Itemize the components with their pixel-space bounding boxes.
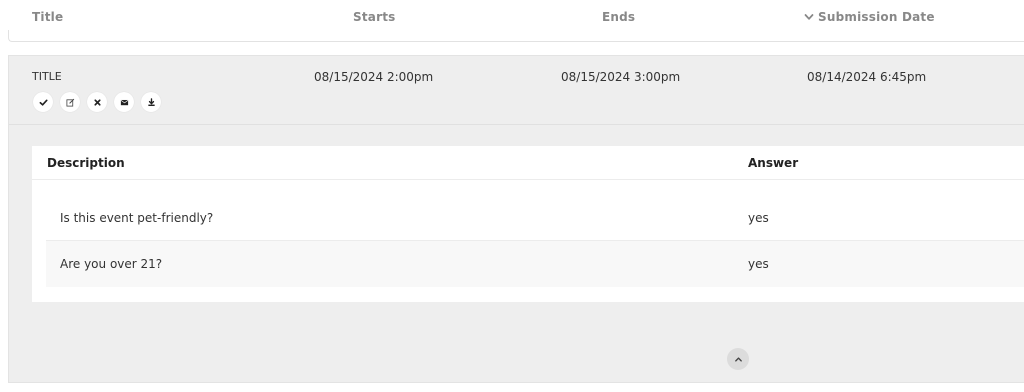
table-row[interactable]: TITLE 08/15/2024 2:00pm 08/15/2024 3:00p… (9, 56, 1024, 124)
answer-text: yes (748, 257, 769, 271)
download-button[interactable] (141, 92, 161, 112)
reject-button[interactable] (87, 92, 107, 112)
row-submission-date: 08/14/2024 6:45pm (807, 70, 927, 84)
envelope-icon (120, 99, 128, 105)
question-text: Are you over 21? (60, 257, 163, 271)
submission-date-label: Submission Date (818, 10, 935, 24)
close-icon (93, 98, 101, 106)
edit-button[interactable] (60, 92, 80, 112)
expanded-row-panel: TITLE 08/15/2024 2:00pm 08/15/2024 3:00p… (8, 55, 1024, 383)
description-header: Description (47, 156, 125, 170)
check-icon (39, 99, 48, 106)
list-item: Are you over 21? yes (46, 241, 1024, 287)
collapse-row-button[interactable] (727, 348, 749, 370)
row-title: TITLE (32, 70, 62, 83)
chevron-up-icon (734, 356, 742, 362)
row-actions (33, 92, 161, 112)
answer-header: Answer (748, 156, 799, 170)
row-starts: 08/15/2024 2:00pm (314, 70, 434, 84)
approve-button[interactable] (33, 92, 53, 112)
previous-row-edge (8, 30, 1024, 42)
chevron-down-icon (804, 14, 814, 20)
column-header-starts[interactable]: Starts (353, 10, 395, 24)
column-header-submission-date[interactable]: Submission Date (804, 10, 935, 24)
column-header-ends[interactable]: Ends (602, 10, 635, 24)
row-divider (9, 124, 1024, 125)
edit-icon (65, 98, 74, 107)
column-header-title[interactable]: Title (32, 10, 63, 24)
email-button[interactable] (114, 92, 134, 112)
answer-text: yes (748, 211, 769, 225)
list-item: Is this event pet-friendly? yes (46, 195, 1024, 241)
questions-table-header: Description Answer (32, 146, 1024, 180)
download-icon (147, 97, 155, 106)
question-text: Is this event pet-friendly? (60, 211, 214, 225)
questions-table: Description Answer Is this event pet-fri… (32, 146, 1024, 302)
row-ends: 08/15/2024 3:00pm (561, 70, 681, 84)
